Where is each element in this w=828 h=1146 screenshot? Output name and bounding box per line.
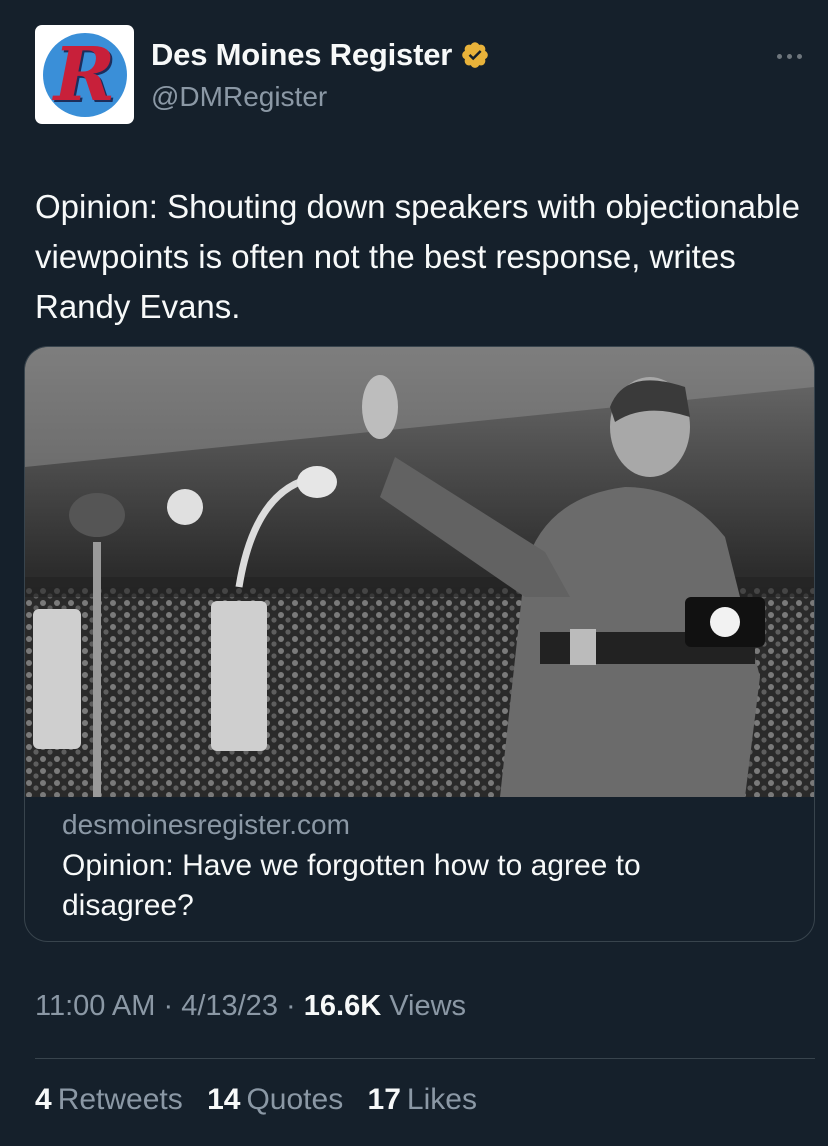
tweet-time[interactable]: 11:00 AM — [35, 990, 155, 1022]
tweet-text: Opinion: Shouting down speakers with obj… — [35, 188, 800, 325]
views-count: 16.6K — [303, 990, 382, 1022]
quotes-label: Quotes — [246, 1083, 344, 1116]
meta-separator: · — [286, 990, 296, 1022]
dot — [777, 53, 782, 59]
views-label: Views — [389, 990, 467, 1022]
more-options-icon[interactable] — [777, 49, 815, 63]
divider — [35, 1058, 815, 1059]
name-row: Des Moines Register — [151, 37, 490, 73]
link-card-title[interactable]: Opinion: Have we forgotten how to agree … — [62, 846, 762, 926]
account-handle[interactable]: @DMRegister — [151, 81, 327, 113]
likes-stat[interactable]: 17 Likes — [368, 1083, 477, 1117]
link-card[interactable]: desmoinesregister.com Opinion: Have we f… — [24, 346, 815, 942]
display-name[interactable]: Des Moines Register — [151, 37, 452, 73]
avatar[interactable]: R — [35, 25, 134, 124]
verified-badge-icon — [462, 42, 488, 68]
dot — [787, 53, 792, 59]
retweets-label: Retweets — [57, 1083, 183, 1116]
meta-separator: · — [163, 990, 174, 1022]
tweet-header: R Des Moines Register @DMRegister — [35, 25, 802, 125]
engagement-stats: 4 Retweets 14 Quotes 17 Likes — [35, 1083, 493, 1117]
retweets-stat[interactable]: 4 Retweets — [35, 1083, 183, 1117]
dot — [797, 53, 802, 59]
retweets-count: 4 — [35, 1083, 52, 1116]
tweet-meta: 11:00 AM · 4/13/23 · 16.6K Views — [35, 990, 466, 1023]
link-card-domain[interactable]: desmoinesregister.com — [62, 809, 350, 841]
link-card-image — [25, 347, 814, 797]
quotes-count: 14 — [207, 1083, 241, 1116]
tweet-date[interactable]: 4/13/23 — [181, 990, 278, 1022]
avatar-logo: R — [42, 32, 127, 117]
likes-label: Likes — [406, 1083, 477, 1116]
quotes-stat[interactable]: 14 Quotes — [207, 1083, 343, 1117]
avatar-letter: R — [53, 32, 116, 117]
likes-count: 17 — [367, 1083, 401, 1116]
